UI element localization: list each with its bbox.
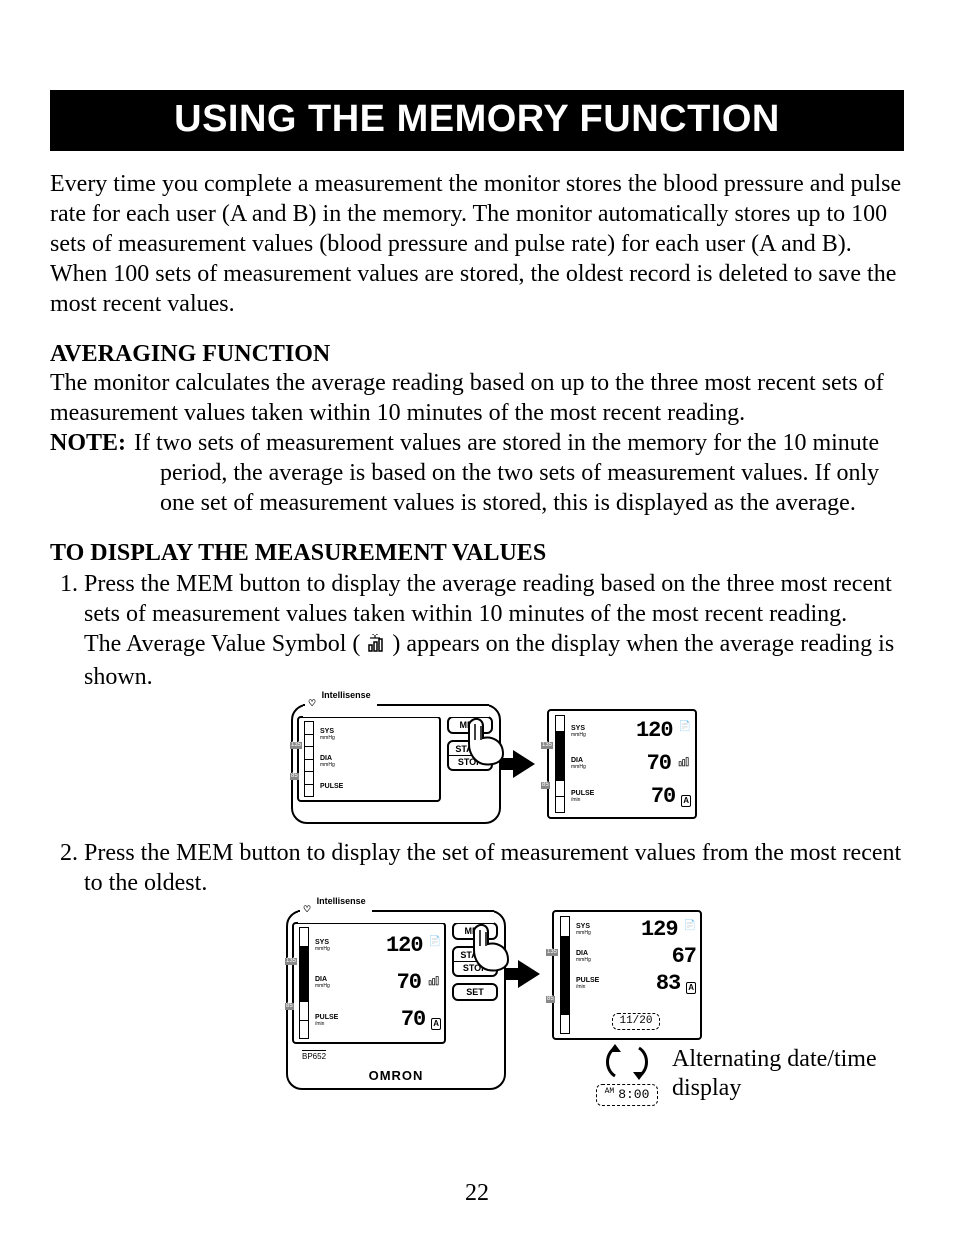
scale-tick-hi: 135 <box>541 742 553 749</box>
sys-value: 120 <box>636 721 673 741</box>
scale-tick-hi: 135 <box>285 958 297 965</box>
set-button[interactable]: SET <box>452 983 498 1001</box>
device-illustration-full: ♡ Intellisense 135 85 <box>286 910 506 1090</box>
user-tag: A <box>686 982 696 994</box>
dia-unit: mmHg <box>315 983 330 989</box>
memory-icon: 📄 <box>684 920 696 933</box>
page-number: 22 <box>0 1180 954 1207</box>
sys-unit: mmHg <box>320 735 335 741</box>
figure-1: ♡ Intellisense 135 85 <box>84 704 904 824</box>
display-heading: TO DISPLAY THE MEASUREMENT VALUES <box>50 540 904 567</box>
maker-label: OMRON <box>288 1068 504 1084</box>
dia-value: 67 <box>672 947 696 967</box>
intro-paragraph: Every time you complete a measurement th… <box>50 169 904 319</box>
dia-label: DIA <box>320 755 335 762</box>
dia-value: 70 <box>397 973 421 993</box>
scale-tick-hi: 135 <box>290 742 302 749</box>
note-text: If two sets of measurement values are st… <box>134 428 904 518</box>
note-label: NOTE: <box>50 428 134 518</box>
pulse-value: 70 <box>651 787 675 807</box>
model-label: BP652 <box>302 1050 326 1062</box>
pulse-label: PULSE <box>576 977 599 984</box>
average-icon <box>427 973 441 992</box>
cycle-arrows-icon <box>597 1044 657 1080</box>
dia-unit: mmHg <box>571 764 586 770</box>
dia-unit: mmHg <box>320 762 335 768</box>
time-value: 8:00 <box>618 1087 649 1102</box>
pulse-value: 83 <box>656 974 680 994</box>
figure-2: ♡ Intellisense 135 85 <box>84 910 904 1106</box>
ampm-label: AM <box>605 1087 615 1096</box>
dia-label: DIA <box>571 757 586 764</box>
average-icon <box>677 754 691 773</box>
sys-unit: mmHg <box>576 930 591 936</box>
pulse-unit: /min <box>576 984 599 990</box>
dia-label: DIA <box>576 950 591 957</box>
date-display: 11/20 <box>612 1013 659 1031</box>
scale-tick-lo: 85 <box>546 996 555 1003</box>
pulse-unit: /min <box>315 1021 338 1027</box>
sys-value: 120 <box>386 936 423 956</box>
averaging-text: The monitor calculates the average readi… <box>50 368 904 428</box>
memory-icon: 📄 <box>429 936 441 949</box>
pulse-label: PULSE <box>571 790 594 797</box>
sys-label: SYS <box>320 728 335 735</box>
user-tag: A <box>431 1018 441 1030</box>
step-2: Press the MEM button to display the set … <box>84 838 904 1106</box>
pulse-unit: /min <box>571 797 594 803</box>
user-tag: A <box>681 795 691 807</box>
dia-label: DIA <box>315 976 330 983</box>
device-illustration: ♡ Intellisense 135 85 <box>291 704 501 824</box>
step-2-text: Press the MEM button to display the set … <box>84 840 901 896</box>
pulse-value: 70 <box>401 1010 425 1030</box>
alternating-caption: Alternating date/time display <box>672 1045 902 1103</box>
step-1: Press the MEM button to display the aver… <box>84 569 904 824</box>
scale-tick-lo: 85 <box>541 782 550 789</box>
step-1-text-b-pre: The Average Value Symbol ( <box>84 631 360 657</box>
page-title: USING THE MEMORY FUNCTION <box>50 90 904 151</box>
arrow-right-icon <box>518 960 540 988</box>
memory-icon: 📄 <box>679 721 691 734</box>
lcd-average: 135 85 SYSmmHg 120 📄 <box>547 709 697 819</box>
averaging-heading: AVERAGING FUNCTION <box>50 341 904 368</box>
scale-tick-lo: 85 <box>290 773 299 780</box>
arrow-right-icon <box>513 750 535 778</box>
sys-unit: mmHg <box>571 732 586 738</box>
sys-label: SYS <box>576 923 591 930</box>
scale-tick-hi: 135 <box>546 949 558 956</box>
average-symbol-icon <box>366 632 386 662</box>
dia-value: 70 <box>647 754 671 774</box>
scale-tick-lo: 85 <box>285 1003 294 1010</box>
pulse-label: PULSE <box>315 1014 338 1021</box>
lcd-stored: 135 85 SYSmmHg 129 📄 <box>552 910 702 1040</box>
sys-label: SYS <box>571 725 586 732</box>
lcd-blank: 135 85 SYSmmHg DIAmmHg PULSE <box>297 716 441 802</box>
sys-value: 129 <box>641 920 678 940</box>
dia-unit: mmHg <box>576 957 591 963</box>
sys-unit: mmHg <box>315 946 330 952</box>
step-1-text-a: Press the MEM button to display the aver… <box>84 571 892 627</box>
sys-label: SYS <box>315 939 330 946</box>
brand-label: Intellisense <box>319 690 374 700</box>
brand-label: Intellisense <box>314 896 369 906</box>
lcd-on-device: 135 85 SYSmmHg 120 <box>292 922 446 1044</box>
time-display: AM8:00 <box>596 1084 659 1106</box>
pulse-label: PULSE <box>320 783 343 790</box>
